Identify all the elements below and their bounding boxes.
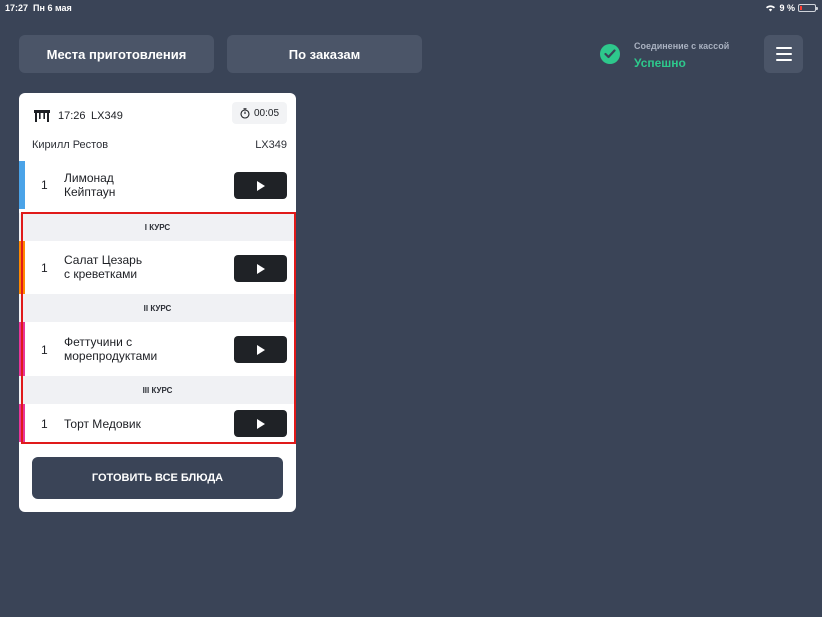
- list-item: 1 Торт Медовик: [19, 404, 296, 442]
- table-icon: [34, 110, 50, 122]
- order-timer: 00:05: [232, 102, 287, 124]
- item-qty: 1: [41, 343, 48, 357]
- tab-places[interactable]: Места приготовления: [19, 35, 214, 73]
- connection-label: Соединение с кассой: [634, 41, 730, 51]
- list-item: 1 Лимонад Кейптаун: [19, 161, 296, 209]
- item-qty: 1: [41, 417, 48, 431]
- start-item-button[interactable]: [234, 255, 287, 282]
- check-icon: [600, 44, 620, 64]
- course-header: I КУРС: [19, 213, 296, 241]
- order-time: 17:26: [58, 110, 86, 122]
- item-name-line1: Салат Цезарь: [64, 253, 143, 267]
- order-code-right: LX349: [255, 139, 287, 151]
- item-qty: 1: [41, 178, 48, 192]
- hamburger-icon: [775, 47, 792, 49]
- order-card: 17:26 LX349 00:05 Кирилл Рестов LX349 1 …: [19, 93, 296, 512]
- item-color-bar: [19, 404, 25, 442]
- item-name-line1: Лимонад: [64, 171, 114, 185]
- item-name-line2: Кейптаун: [64, 185, 116, 199]
- item-name-line2: морепродуктами: [64, 349, 158, 363]
- connection-status: Успешно: [634, 56, 686, 70]
- course-header: II КУРС: [19, 294, 296, 322]
- menu-button[interactable]: [764, 35, 803, 73]
- play-icon: [256, 418, 265, 429]
- status-time: 17:27: [5, 3, 29, 13]
- start-item-button[interactable]: [234, 172, 287, 199]
- item-name-line1: Феттучини с: [64, 335, 133, 349]
- course-header: III КУРС: [19, 376, 296, 404]
- order-code: LX349: [91, 110, 123, 122]
- timer-value: 00:05: [253, 107, 280, 119]
- status-bar: 17:27 Пн 6 мая 9 %: [0, 0, 822, 16]
- start-item-button[interactable]: [234, 410, 287, 437]
- waiter-name: Кирилл Рестов: [32, 139, 109, 151]
- item-color-bar: [19, 241, 25, 294]
- wifi-icon: [766, 5, 776, 12]
- play-icon: [256, 263, 265, 274]
- order-header: 17:26 LX349 00:05 Кирилл Рестов LX349: [19, 93, 296, 159]
- list-item: 1 Салат Цезарь с креветками: [19, 241, 296, 294]
- battery-icon: [798, 4, 818, 12]
- play-icon: [256, 344, 265, 355]
- battery-percent: 9 %: [779, 3, 795, 13]
- play-icon: [256, 180, 265, 191]
- item-color-bar: [19, 161, 25, 209]
- start-item-button[interactable]: [234, 336, 287, 363]
- item-name-line1: Торт Медовик: [64, 417, 141, 431]
- status-date: Пн 6 мая: [33, 3, 72, 13]
- tab-orders[interactable]: По заказам: [227, 35, 422, 73]
- item-qty: 1: [41, 261, 48, 275]
- cook-all-button[interactable]: ГОТОВИТЬ ВСЕ БЛЮДА: [32, 457, 283, 499]
- list-item: 1 Феттучини с морепродуктами: [19, 322, 296, 376]
- item-color-bar: [19, 322, 25, 376]
- item-name-line2: с креветками: [64, 267, 138, 281]
- stopwatch-icon: [240, 107, 250, 119]
